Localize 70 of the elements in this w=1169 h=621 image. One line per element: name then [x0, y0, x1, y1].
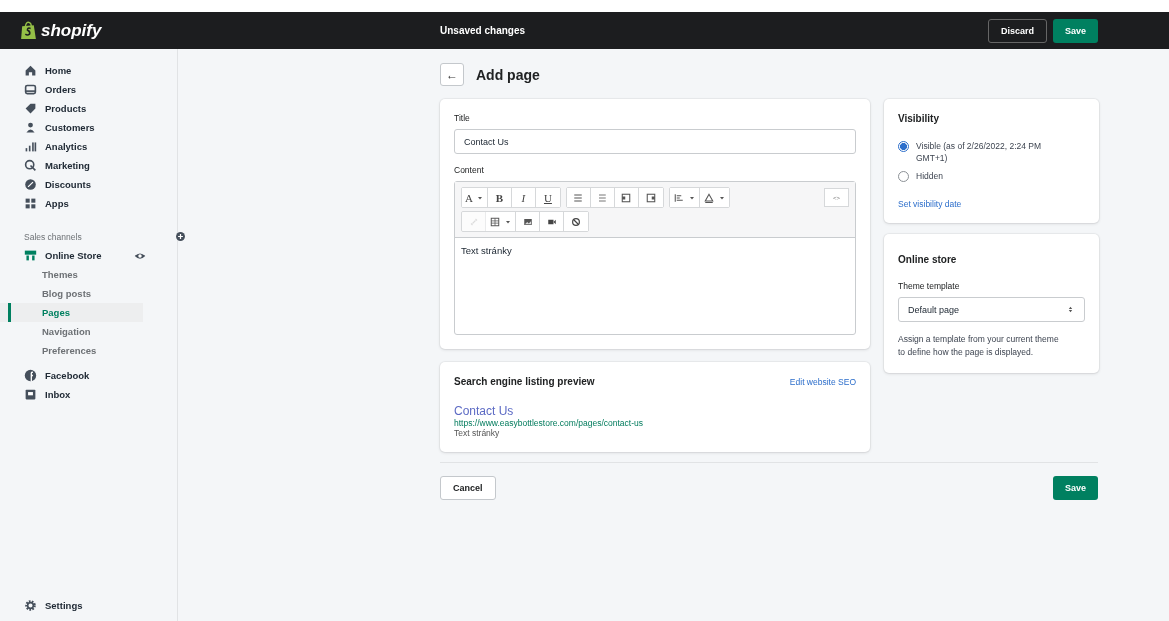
card-title: Search engine listing preview [454, 376, 595, 387]
template-select[interactable]: Default page [898, 297, 1085, 322]
chat-icon [24, 388, 37, 401]
nav-subitem[interactable]: Navigation [0, 322, 143, 341]
edit-seo-link[interactable]: Edit website SEO [789, 376, 856, 387]
tray-icon [24, 83, 37, 96]
add-icon [175, 231, 186, 242]
save-button[interactable]: Save [1052, 18, 1098, 43]
facebook-icon [24, 369, 37, 382]
align-icon [672, 191, 685, 204]
tag-icon [24, 102, 37, 115]
cancel-button[interactable]: Cancel [440, 476, 496, 500]
radio-label: Visible (as of 2/26/2022, 2:24 PM GMT+1) [916, 140, 1043, 164]
text-color-icon [702, 191, 715, 204]
nav-subitem[interactable]: Blog posts [0, 284, 143, 303]
format-button[interactable]: A [462, 188, 488, 207]
indent-icon [644, 191, 657, 204]
store-icon [24, 249, 37, 262]
preview-url: https://www.easybottlestore.com/pages/contact-us [454, 418, 644, 428]
page-title: Add page [476, 66, 540, 83]
numbered-list-icon [596, 191, 609, 204]
field-label: Title [454, 113, 471, 123]
preview-description: Text stránky [454, 428, 501, 438]
preview-title: Contact Us [454, 404, 515, 418]
nav-item[interactable]: Marketing [0, 156, 143, 175]
discard-button[interactable]: Discard [987, 18, 1047, 43]
nav-item[interactable]: Facebook [0, 366, 143, 385]
clear-format-icon [570, 215, 582, 228]
save-button[interactable]: Save [1052, 476, 1098, 500]
help-text: Assign a template from your current theme to define how the page is displayed. [898, 333, 1060, 359]
radio-label: Hidden [916, 170, 944, 182]
radio-button[interactable] [898, 170, 909, 182]
bar-chart-icon [24, 140, 37, 153]
nav-item[interactable]: Discounts [0, 175, 143, 194]
updown-icon [1066, 305, 1075, 314]
settings-icon [24, 599, 37, 612]
nav-item[interactable]: Apps [0, 194, 143, 213]
nav-item[interactable]: Inbox [0, 385, 143, 404]
card-title: Online store [898, 254, 958, 265]
nav-item[interactable]: Online Store [0, 246, 134, 265]
visibility-date-link[interactable]: Set visibility date [898, 199, 962, 209]
nav-subitem[interactable]: Themes [0, 265, 143, 284]
target-icon [24, 159, 37, 172]
title-field[interactable]: Contact Us [454, 129, 856, 154]
field-label: Content [454, 165, 485, 175]
table-icon [489, 215, 501, 228]
back-button[interactable]: ← [440, 63, 464, 86]
apps-icon [24, 197, 37, 210]
nav-item[interactable]: Home [0, 61, 143, 80]
add-channel-button[interactable] [175, 231, 186, 242]
card-title: Visibility [898, 113, 940, 124]
outdent-icon [620, 191, 633, 204]
bag-icon [20, 21, 37, 40]
nav-item[interactable]: Products [0, 99, 143, 118]
nav-item[interactable]: Analytics [0, 137, 143, 156]
nav-subitem[interactable]: Pages [0, 303, 143, 322]
save-status: Unsaved changes [440, 25, 527, 36]
person-icon [24, 121, 37, 134]
editor-text[interactable]: Text stránky [455, 238, 855, 334]
settings-item[interactable]: Settings [0, 596, 143, 615]
percent-icon [24, 178, 37, 191]
nav-item[interactable]: Customers [0, 118, 143, 137]
section-label: Sales channels [24, 231, 82, 242]
field-label: Theme template [898, 281, 961, 291]
home-icon [24, 64, 37, 77]
bullet-list-icon [572, 191, 585, 204]
logo-text: shopify [41, 20, 102, 41]
nav-item[interactable]: Orders [0, 80, 143, 99]
radio-button[interactable] [898, 140, 909, 152]
nav-subitem[interactable]: Preferences [0, 341, 143, 360]
